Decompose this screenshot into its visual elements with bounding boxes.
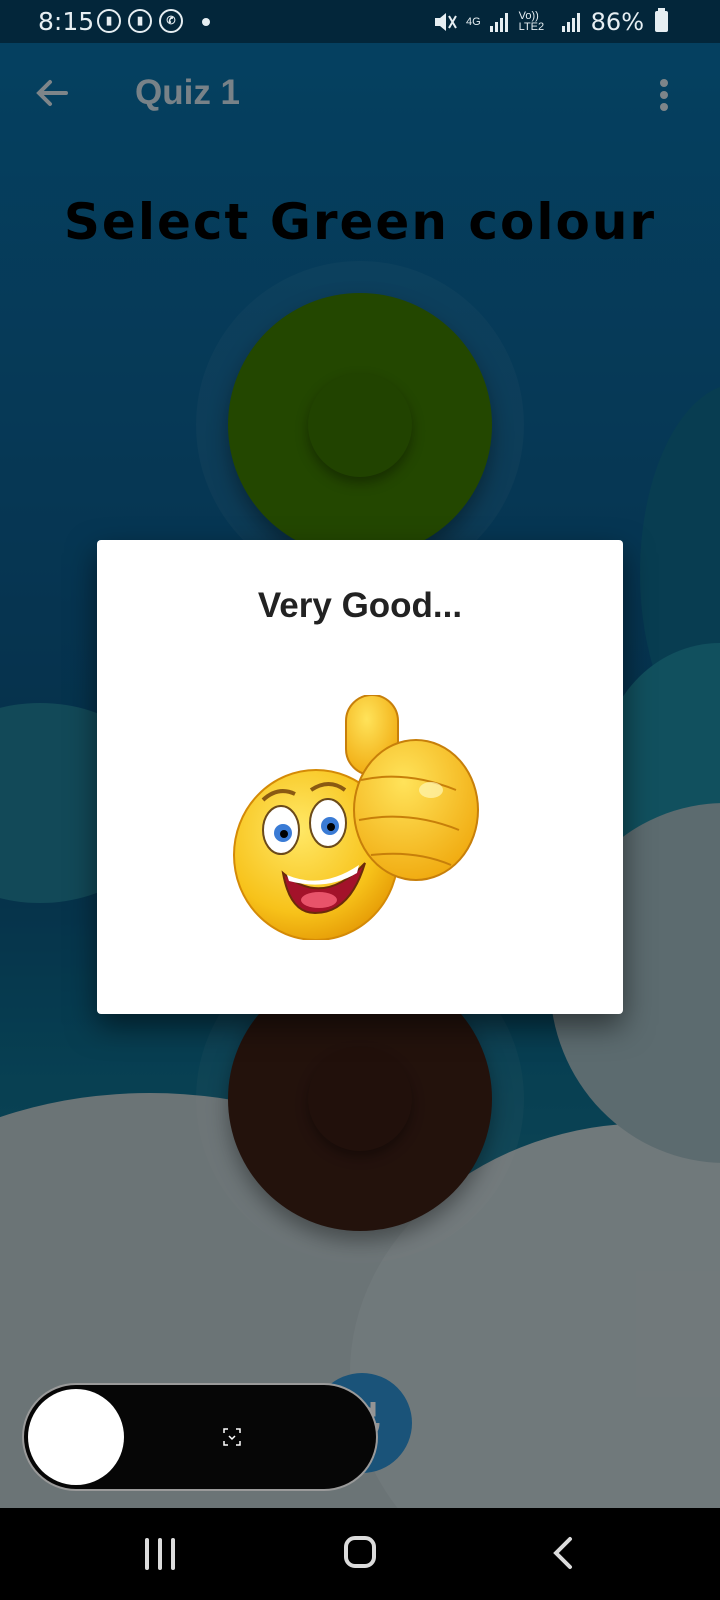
status-time: 8:15 bbox=[38, 7, 95, 36]
battery-percentage: 86% bbox=[590, 8, 644, 36]
whatsapp-icon: ✆ bbox=[159, 9, 183, 33]
floating-toggle[interactable] bbox=[24, 1385, 376, 1489]
thumbs-up-emoji bbox=[233, 695, 479, 940]
screen: 8:15 ▮ ▮ ✆ 4G Vo)) LTE2 86% Quiz 1 Selec… bbox=[0, 0, 720, 1600]
back-icon[interactable] bbox=[552, 1536, 574, 1570]
screenshot-icon[interactable] bbox=[223, 1428, 241, 1446]
dot-icon bbox=[202, 18, 210, 26]
mute-icon bbox=[434, 13, 457, 31]
chat-icon: ▮ bbox=[97, 9, 121, 33]
signal-icon bbox=[561, 13, 580, 32]
status-right: 4G Vo)) LTE2 86% bbox=[432, 8, 670, 36]
battery-icon bbox=[655, 8, 668, 32]
result-dialog: Very Good... bbox=[97, 540, 623, 1014]
network-type-1: 4G bbox=[465, 15, 481, 28]
recent-apps-icon[interactable] bbox=[145, 1538, 179, 1570]
toggle-knob[interactable] bbox=[28, 1389, 124, 1485]
chat-icon: ▮ bbox=[128, 9, 152, 33]
network-type-2: Vo)) LTE2 bbox=[518, 10, 545, 33]
navigation-bar bbox=[0, 1508, 720, 1600]
home-icon[interactable] bbox=[344, 1536, 376, 1568]
signal-icon bbox=[489, 13, 508, 32]
status-bar: 8:15 ▮ ▮ ✆ 4G Vo)) LTE2 86% bbox=[0, 0, 720, 43]
dialog-title: Very Good... bbox=[257, 586, 463, 625]
